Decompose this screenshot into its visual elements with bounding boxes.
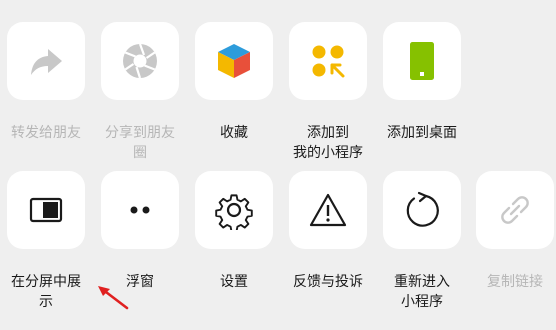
share-action-sheet: 转发给朋友 分享到朋友 圈 收藏 添加到 我的小程序 添加到桌面 在分屏中展 示… [0,0,556,330]
copy-link-item[interactable]: 复制链接 [468,171,556,292]
add-to-desktop-label: 添加到桌面 [387,125,457,141]
add-to-my-mini-programs-label: 添加到 我的小程序 [293,125,363,161]
favorite-button[interactable] [195,22,273,100]
add-to-my-mini-programs-button[interactable] [289,22,367,100]
settings-gear-icon [215,194,253,230]
add-mini-program-icon [312,45,345,78]
annotation-arrow-icon [98,286,129,310]
forward-to-friend-item[interactable]: 转发给朋友 [0,22,93,143]
favorite-cube-icon [218,44,250,78]
reload-icon [406,191,439,227]
split-screen-label: 在分屏中展 示 [11,274,81,310]
favorite-label: 收藏 [220,125,248,141]
link-icon [501,196,529,224]
floating-window-icon [130,206,150,214]
forward-to-friend-label: 转发给朋友 [11,125,81,141]
copy-link-label: 复制链接 [487,274,543,290]
forward-to-friend-button[interactable] [7,22,85,100]
settings-button[interactable] [195,171,273,249]
settings-item[interactable]: 设置 [187,171,281,292]
split-screen-button[interactable] [7,171,85,249]
share-to-moments-label: 分享到朋友 圈 [105,125,175,161]
floating-window-button[interactable] [101,171,179,249]
settings-label: 设置 [220,274,248,290]
split-screen-item[interactable]: 在分屏中展 示 [0,171,93,312]
split-screen-icon [29,197,63,223]
add-to-my-mini-programs-item[interactable]: 添加到 我的小程序 [281,22,375,163]
copy-link-button[interactable] [476,171,554,249]
share-to-moments-item[interactable]: 分享到朋友 圈 [93,22,187,163]
add-to-desktop-button[interactable] [383,22,461,100]
favorite-item[interactable]: 收藏 [187,22,281,143]
share-to-moments-button[interactable] [101,22,179,100]
feedback-complaint-button[interactable] [289,171,367,249]
reenter-mini-program-label: 重新进入 小程序 [394,274,450,310]
forward-arrow-icon [31,49,62,75]
feedback-complaint-item[interactable]: 反馈与投诉 [281,171,375,292]
feedback-complaint-label: 反馈与投诉 [293,274,363,290]
reenter-mini-program-item[interactable]: 重新进入 小程序 [375,171,469,312]
add-to-desktop-icon [410,42,434,80]
moments-shutter-icon [123,43,157,79]
reenter-mini-program-button[interactable] [383,171,461,249]
floating-window-item[interactable]: 浮窗 [93,171,187,292]
add-to-desktop-item[interactable]: 添加到桌面 [375,22,469,143]
warning-triangle-icon [309,193,347,227]
